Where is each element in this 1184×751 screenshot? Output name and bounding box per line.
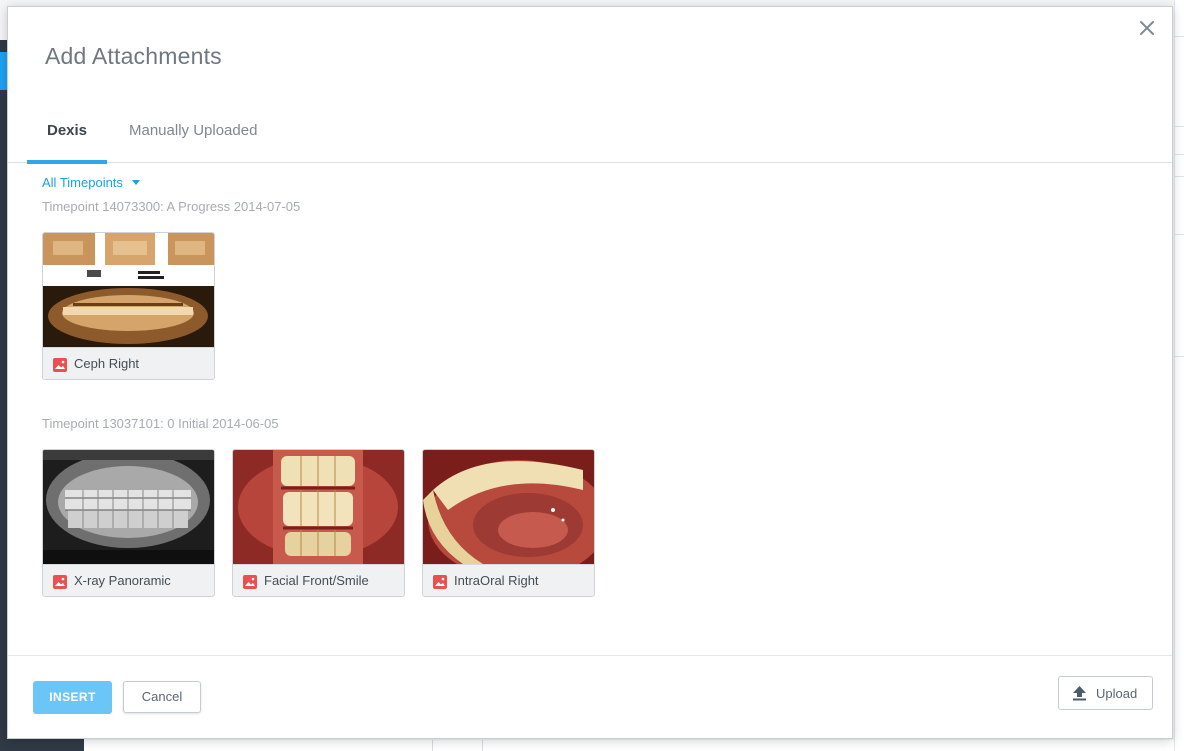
image-icon: [243, 575, 257, 589]
image-icon: [433, 575, 447, 589]
dialog-title: Add Attachments: [45, 43, 222, 69]
upload-button[interactable]: Upload: [1058, 676, 1153, 710]
attachment-name: X-ray Panoramic: [74, 573, 171, 588]
thumbnail-xray-panoramic: [43, 450, 214, 564]
thumbnail-facial-front-smile: [233, 450, 404, 564]
footer-divider: [8, 655, 1172, 656]
thumbnail-intraoral-right: [423, 450, 594, 580]
tab-bar: Dexis Manually Uploaded: [8, 112, 1172, 164]
timepoint-filter-label: All Timepoints: [42, 175, 123, 190]
background-right-panel: [1174, 0, 1184, 751]
image-icon: [53, 358, 67, 372]
attachment-caption: IntraOral Right: [423, 564, 594, 596]
attachment-card-xray-panoramic[interactable]: X-ray Panoramic: [42, 449, 215, 597]
image-icon: [53, 575, 67, 589]
attachment-caption: X-ray Panoramic: [43, 564, 214, 596]
timepoint-label: Timepoint 14073300: A Progress 2014-07-0…: [42, 199, 301, 214]
insert-button[interactable]: INSERT: [33, 681, 112, 714]
tab-dexis[interactable]: Dexis: [27, 112, 107, 164]
attachment-name: Facial Front/Smile: [264, 573, 369, 588]
cancel-button[interactable]: Cancel: [123, 681, 201, 713]
upload-label: Upload: [1096, 686, 1138, 701]
tab-manually-uploaded[interactable]: Manually Uploaded: [129, 112, 257, 162]
attachment-caption: Ceph Right: [43, 347, 214, 379]
timepoint-filter-dropdown[interactable]: All Timepoints: [42, 175, 140, 190]
close-icon[interactable]: [1138, 19, 1156, 37]
upload-icon: [1072, 685, 1087, 701]
thumbnail-ceph-right: [43, 233, 214, 347]
attachment-card-ceph-right[interactable]: Ceph Right: [42, 232, 215, 380]
attachment-card-facial-front-smile[interactable]: Facial Front/Smile: [232, 449, 405, 597]
attachment-card-intraoral-right[interactable]: IntraOral Right: [422, 449, 595, 597]
attachment-name: Ceph Right: [74, 356, 140, 371]
add-attachments-dialog: Add Attachments Dexis Manually Uploaded …: [7, 6, 1173, 739]
timepoint-label: Timepoint 13037101: 0 Initial 2014-06-05: [42, 416, 279, 431]
caret-down-icon: [131, 180, 140, 185]
attachment-caption: Facial Front/Smile: [233, 564, 404, 596]
background-bottom-bar: [84, 740, 1174, 751]
attachment-name: IntraOral Right: [454, 573, 539, 588]
